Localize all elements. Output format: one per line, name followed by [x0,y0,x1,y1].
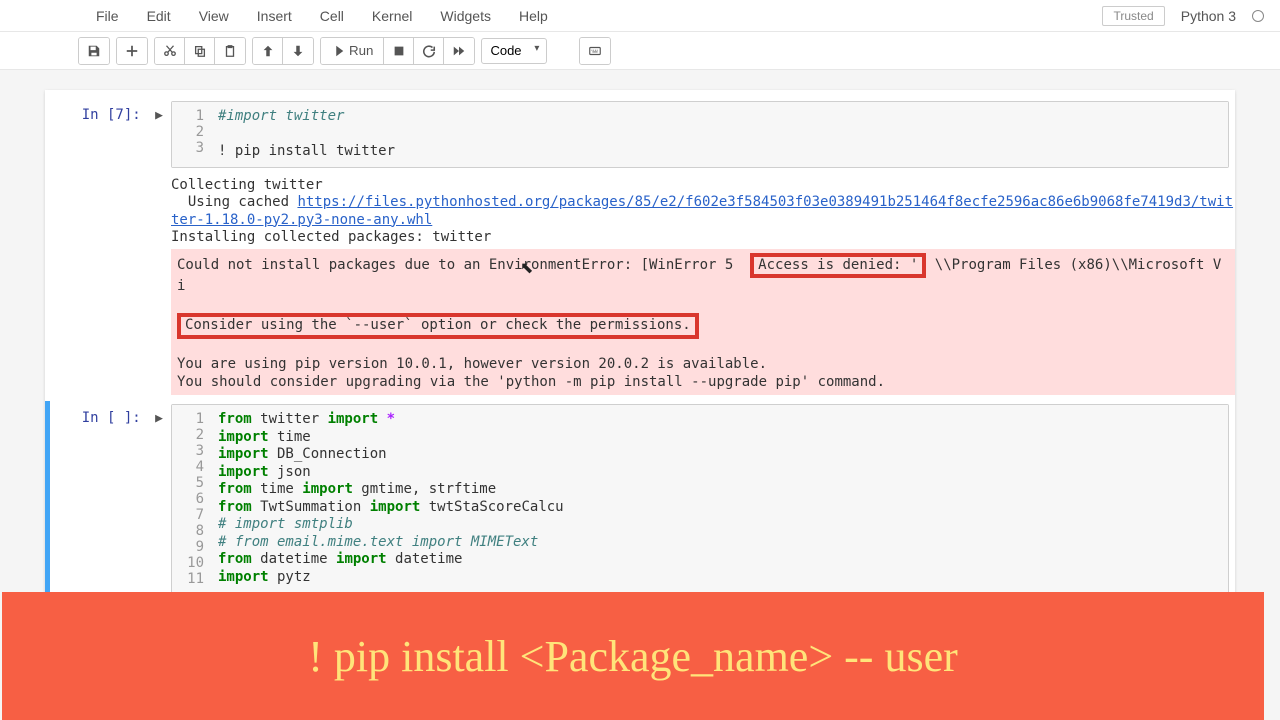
code-cell[interactable]: In [7]: ▶ 123 #import twitter ! pip inst… [45,98,1235,171]
restart-button[interactable] [414,38,444,64]
keyboard-icon [588,44,602,58]
menu-kernel[interactable]: Kernel [372,8,412,24]
run-cell-icon[interactable]: ▶ [149,108,163,123]
menu-edit[interactable]: Edit [147,8,171,24]
save-button[interactable] [79,38,109,64]
cell-output: Collecting twitter Using cached https://… [51,171,1235,402]
menu-view[interactable]: View [199,8,229,24]
paste-button[interactable] [215,38,245,64]
plus-icon [125,44,139,58]
menubar: File Edit View Insert Cell Kernel Widget… [0,0,1280,32]
trusted-badge[interactable]: Trusted [1102,6,1164,26]
menu-insert[interactable]: Insert [257,8,292,24]
kernel-indicator-icon [1252,10,1264,22]
caption-text: ! pip install <Package_name> -- user [308,631,958,682]
stdout: Collecting twitter Using cached https://… [171,177,1235,247]
move-down-button[interactable] [283,38,313,64]
add-cell-button[interactable] [117,38,147,64]
run-icon [331,44,345,58]
run-button[interactable]: Run [321,38,384,64]
code-editor[interactable]: from twitter import * import time import… [210,405,1228,593]
menubar-right: Trusted Python 3 [1102,6,1264,26]
notebook: In [7]: ▶ 123 #import twitter ! pip inst… [45,90,1235,605]
cut-icon [163,44,177,58]
cell-prompt: In [ ]: ▶ [51,404,171,594]
paste-icon [223,44,237,58]
cell-input-area[interactable]: 123 #import twitter ! pip install twitte… [171,101,1229,168]
cut-button[interactable] [155,38,185,64]
menu-cell[interactable]: Cell [320,8,344,24]
cell-prompt: In [7]: ▶ [51,101,171,168]
code-cell[interactable]: In [ ]: ▶ 1234567891011 from twitter imp… [45,401,1235,597]
copy-button[interactable] [185,38,215,64]
toolbar: Run Code [0,32,1280,70]
output-link[interactable]: https://files.pythonhosted.org/packages/… [171,194,1233,228]
fast-forward-icon [452,44,466,58]
restart-icon [422,44,436,58]
kernel-name[interactable]: Python 3 [1181,8,1236,24]
arrow-down-icon [291,44,305,58]
menu-help[interactable]: Help [519,8,548,24]
highlight-user-option: Consider using the `--user` option or ch… [177,313,699,339]
interrupt-button[interactable] [384,38,414,64]
move-up-button[interactable] [253,38,283,64]
menu-file[interactable]: File [96,8,119,24]
menu-widgets[interactable]: Widgets [440,8,491,24]
copy-icon [193,44,207,58]
run-label: Run [349,43,373,58]
caption-overlay: ! pip install <Package_name> -- user [2,592,1264,720]
line-gutter: 123 [172,102,210,167]
line-gutter: 1234567891011 [172,405,210,593]
save-icon [87,44,101,58]
menubar-items: File Edit View Insert Cell Kernel Widget… [16,8,548,24]
arrow-up-icon [261,44,275,58]
code-editor[interactable]: #import twitter ! pip install twitter [210,102,1228,167]
stop-icon [392,44,406,58]
stderr: Could not install packages due to an Env… [171,249,1235,396]
cell-type-select[interactable]: Code [481,38,547,64]
restart-run-button[interactable] [444,38,474,64]
cell-input-area[interactable]: 1234567891011 from twitter import * impo… [171,404,1229,594]
highlight-access-denied: Access is denied: ' [750,253,926,279]
command-palette-button[interactable] [580,38,610,64]
run-cell-icon[interactable]: ▶ [149,411,163,426]
